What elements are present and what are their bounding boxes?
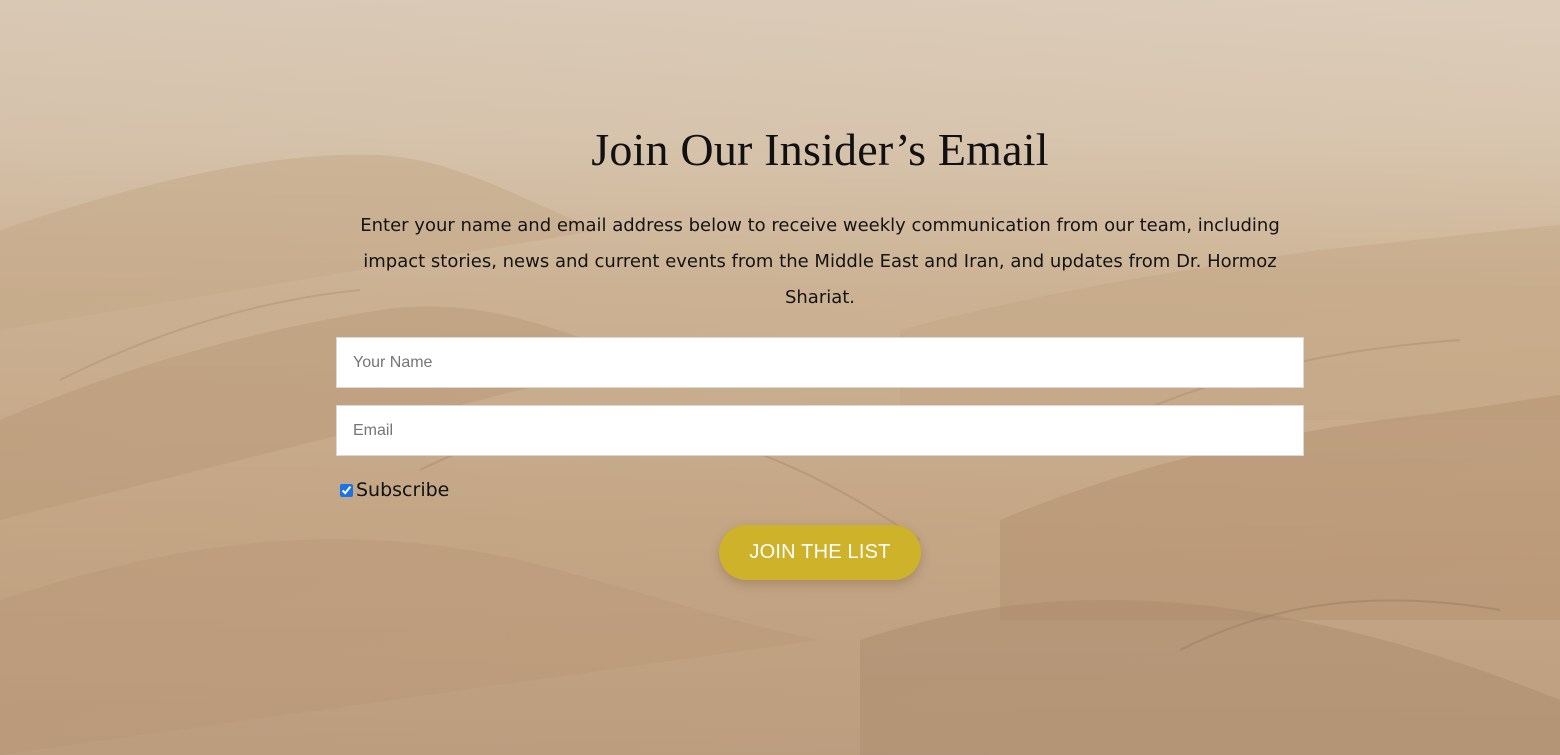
intro-text: Enter your name and email address below …	[360, 215, 1280, 308]
email-input[interactable]	[336, 405, 1304, 456]
join-the-list-button[interactable]: JOIN THE LIST	[719, 525, 921, 580]
subscribe-option: Subscribe	[340, 478, 449, 502]
name-input[interactable]	[336, 337, 1304, 388]
page-title: Join Our Insider’s Email	[591, 124, 1049, 175]
subscribe-checkbox[interactable]	[340, 483, 353, 497]
subscribe-label[interactable]: Subscribe	[356, 479, 449, 501]
